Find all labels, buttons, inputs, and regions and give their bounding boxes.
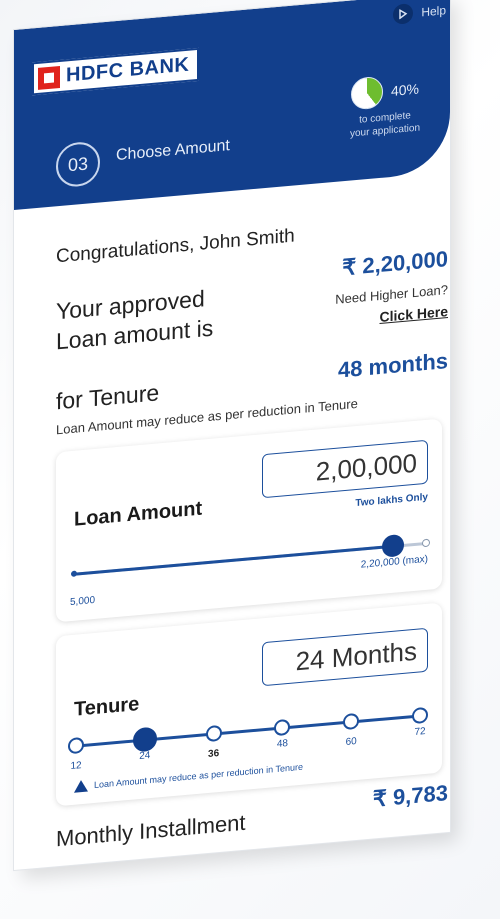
help-label: Help <box>421 3 446 20</box>
progress-pie-icon <box>350 75 383 111</box>
step-number: 03 <box>56 140 100 189</box>
tenure-tick-label: 24 <box>139 750 151 763</box>
approved-label: Your approved Loan amount is <box>56 280 246 357</box>
slider-min-dot <box>71 570 77 578</box>
slider-max-dot <box>422 538 430 548</box>
approved-amount: ₹ 2,20,000 <box>342 246 448 281</box>
tenure-label: for Tenure <box>56 379 160 415</box>
help-button[interactable]: Help <box>393 0 446 25</box>
tenure-option-48[interactable] <box>274 718 291 737</box>
tenure-tick-label: 12 <box>70 760 82 773</box>
greeting: Congratulations, John Smith <box>56 225 295 268</box>
tenure-option-24[interactable] <box>132 726 157 753</box>
loan-amount-input[interactable]: 2,00,000 <box>262 439 428 499</box>
tenure-option-12[interactable] <box>68 736 84 755</box>
tenure-track <box>76 714 420 748</box>
tenure-tick-label: 48 <box>276 738 288 751</box>
phone-screen: Help HDFC BANK 03 Choose Amount 40% to c… <box>14 0 450 871</box>
warning-icon <box>74 779 88 793</box>
click-here-link[interactable]: Click Here <box>335 303 448 329</box>
emi-label: Monthly Installment <box>56 809 246 852</box>
tenure-card: Tenure 24 Months 12 24 36 48 60 72 Loan Amoun… <box>56 602 442 807</box>
hdfc-logo: HDFC BANK <box>32 47 200 96</box>
hdfc-logo-icon <box>38 65 60 90</box>
tenure-option-36[interactable] <box>205 724 222 743</box>
bank-name: HDFC BANK <box>66 53 190 87</box>
tenure-option-72[interactable] <box>412 706 428 725</box>
progress-percent: 40% <box>390 80 420 100</box>
tenure-tick-label: 60 <box>345 736 357 748</box>
loan-amount-card: Loan Amount 2,00,000 Two lakhs Only 5,00… <box>56 418 442 623</box>
play-icon <box>393 3 414 25</box>
tenure-tick-label: 36 <box>208 748 220 761</box>
higher-loan-question: Need Higher Loan? <box>335 282 448 307</box>
tenure-months: 48 months <box>337 348 448 383</box>
header: Help HDFC BANK 03 Choose Amount 40% to c… <box>14 0 450 210</box>
tenure-title: Tenure <box>74 693 140 721</box>
slider-handle[interactable] <box>382 533 405 558</box>
tenure-tick-label: 72 <box>414 725 426 738</box>
loan-min-label: 5,000 <box>70 594 96 609</box>
loan-amount-title: Loan Amount <box>74 497 203 531</box>
step-label: Choose Amount <box>116 137 230 165</box>
application-progress: 40% to complete your application <box>320 70 450 143</box>
loan-amount-words: Two lakhs Only <box>355 491 428 510</box>
higher-loan: Need Higher Loan? Click Here <box>335 282 448 329</box>
tenure-option-60[interactable] <box>343 712 360 731</box>
slider-fill <box>74 544 394 576</box>
tenure-input[interactable]: 24 Months <box>262 627 428 687</box>
page-background: Help HDFC BANK 03 Choose Amount 40% to c… <box>0 0 500 919</box>
emi-value: ₹ 9,783 <box>372 780 448 812</box>
